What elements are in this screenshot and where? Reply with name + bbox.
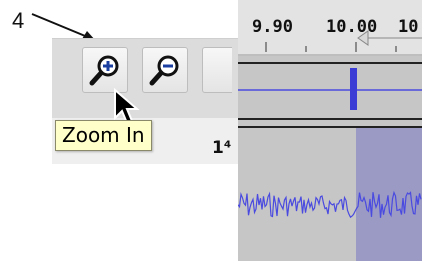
- tracks-canvas: [238, 62, 422, 261]
- selection-region[interactable]: [356, 128, 422, 261]
- partial-time-label: 1⁴: [212, 138, 232, 158]
- audio-clip-marker[interactable]: [350, 68, 357, 110]
- step-number: 4: [12, 8, 25, 33]
- track-panel: 9.90 10.00 10: [238, 0, 422, 261]
- edit-toolbar: [52, 38, 238, 119]
- label-track-background: [238, 62, 422, 120]
- zoom-in-tooltip: Zoom In: [55, 120, 152, 151]
- zoom-in-button[interactable]: [82, 47, 128, 93]
- zoom-out-button[interactable]: [142, 47, 188, 93]
- fit-selection-button[interactable]: [202, 47, 232, 93]
- zoom-in-icon: [89, 55, 119, 86]
- zoom-out-icon: [149, 55, 179, 86]
